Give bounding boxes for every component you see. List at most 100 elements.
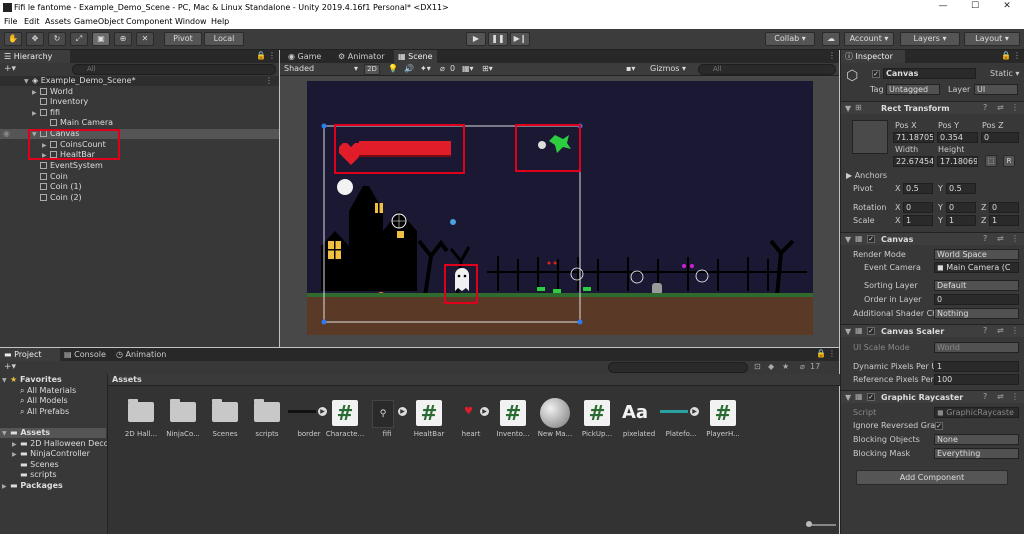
preset-icon[interactable]: ⇌ (997, 326, 1004, 335)
favorite-item[interactable]: ⌕ All Prefabs (0, 407, 106, 417)
raw-edit-button[interactable]: R (1003, 155, 1015, 167)
panel-menu-icon[interactable]: ⋮ (268, 51, 276, 60)
tab-hierarchy[interactable]: ☰ Hierarchy (0, 50, 70, 63)
collapse-icon[interactable]: ▼ (845, 235, 851, 244)
rect-tool-icon[interactable]: ▣ (92, 32, 110, 46)
layer-dropdown[interactable]: UI (974, 84, 1018, 95)
collapse-icon[interactable]: ▼ (845, 393, 851, 402)
event-camera-field[interactable]: ◼ Main Camera (C (934, 262, 1019, 273)
collapse-icon[interactable]: ▶ (12, 450, 20, 460)
menu-edit[interactable]: Edit (24, 17, 40, 26)
component-menu-icon[interactable]: ⋮ (1011, 326, 1019, 335)
local-toggle[interactable]: Local (204, 32, 244, 46)
tab-console[interactable]: ▤ Console (60, 348, 110, 361)
layers-dropdown[interactable]: Layers ▾ (900, 32, 960, 46)
help-icon[interactable]: ? (983, 234, 987, 243)
shading-dropdown[interactable]: Shaded ▾ (284, 64, 360, 75)
canvas-component-header[interactable]: ▼ ▦ ✓ Canvas ? ⇌ ⋮ (841, 232, 1024, 245)
filter-label-icon[interactable]: ◆ (768, 362, 774, 371)
tab-scene[interactable]: ▦ Scene (394, 50, 437, 63)
pause-button[interactable]: ❚❚ (488, 32, 508, 46)
pivot-y-field[interactable]: 0.5 (946, 183, 976, 194)
menu-assets[interactable]: Assets (45, 17, 71, 26)
asset-folder[interactable]: ▶ ▬ 2D Halloween Decc (0, 439, 108, 449)
height-field[interactable]: 17.18069 (937, 156, 978, 167)
maximize-button[interactable]: ☐ (960, 1, 990, 15)
inspector-menu-icon[interactable]: ⋮ (1013, 51, 1021, 60)
menu-window[interactable]: Window (175, 17, 207, 26)
blocking-objects-dropdown[interactable]: None (934, 434, 1019, 445)
rotate-tool-icon[interactable]: ↻ (48, 32, 66, 46)
rotation-z-field[interactable]: 0 (989, 202, 1019, 213)
custom-tool-icon[interactable]: ✕ (136, 32, 154, 46)
expand-icon[interactable]: ▼ (24, 77, 32, 87)
blueprint-mode-icon[interactable]: ⬚ (985, 155, 997, 167)
expand-icon[interactable]: ▼ (2, 376, 10, 386)
tab-game[interactable]: ◉ Game (284, 50, 325, 63)
scene-viewport[interactable] (307, 81, 813, 335)
order-in-layer-field[interactable]: 0 (934, 294, 1019, 305)
width-field[interactable]: 22.67454 (893, 156, 934, 167)
cloud-icon[interactable]: ☁ (822, 32, 840, 46)
step-button[interactable]: ▶❙ (510, 32, 530, 46)
rotation-x-field[interactable]: 0 (903, 202, 933, 213)
favorite-item[interactable]: ⌕ All Materials (0, 386, 106, 396)
menu-gameobject[interactable]: GameObject (74, 17, 124, 26)
project-search[interactable] (608, 362, 748, 373)
scene-root[interactable]: ▼ ◈ Example_Demo_Scene* ⋮ (0, 76, 279, 86)
transform-tool-icon[interactable]: ⊕ (114, 32, 132, 46)
preset-icon[interactable]: ⇌ (997, 234, 1004, 243)
favorite-star-icon[interactable]: ★ (782, 362, 789, 371)
help-icon[interactable]: ? (983, 392, 987, 401)
collapse-icon[interactable]: ▼ (845, 327, 851, 336)
preset-icon[interactable]: ⇌ (997, 103, 1004, 112)
tab-inspector[interactable]: ⓘ Inspector (841, 50, 905, 63)
add-component-button[interactable]: Add Component (856, 470, 1008, 485)
component-menu-icon[interactable]: ⋮ (1011, 392, 1019, 401)
menu-help[interactable]: Help (211, 17, 229, 26)
asset-folder[interactable]: ▶ ▬ NinjaController (0, 449, 106, 459)
rotation-y-field[interactable]: 0 (946, 202, 976, 213)
project-create-icon[interactable]: +▾ (4, 362, 16, 372)
render-mode-dropdown[interactable]: World Space (934, 249, 1019, 260)
scale-x-field[interactable]: 1 (903, 215, 933, 226)
menu-file[interactable]: File (4, 17, 17, 26)
object-name-field[interactable]: Canvas (883, 68, 976, 79)
preset-icon[interactable]: ⇌ (997, 392, 1004, 401)
scale-tool-icon[interactable]: ⤢ (70, 32, 88, 46)
close-window-button[interactable]: ✕ (992, 1, 1022, 15)
favorite-item[interactable]: ⌕ All Models (0, 396, 106, 406)
breadcrumb[interactable]: Assets (112, 375, 142, 384)
anchors-foldout[interactable]: ▶ Anchors (846, 171, 887, 180)
hidden-assets-icon[interactable]: ⌀ (800, 362, 805, 371)
minimize-button[interactable]: — (928, 1, 958, 15)
tools-icon[interactable]: ⊞▾ (482, 64, 493, 73)
favorites-root[interactable]: ▼ ★ Favorites (0, 375, 106, 385)
pivot-toggle[interactable]: Pivot (164, 32, 202, 46)
scale-z-field[interactable]: 1 (989, 215, 1019, 226)
audio-icon[interactable]: 🔊 (404, 64, 414, 73)
graphic-raycaster-header[interactable]: ▼ ▦ ✓ Graphic Raycaster ? ⇌ ⋮ (841, 390, 1024, 403)
lock-icon[interactable]: 🔒 (256, 51, 266, 60)
assets-root[interactable]: ▼ ▬ Assets (0, 428, 106, 438)
hierarchy-item-fifi[interactable]: ▶ fifi (0, 108, 279, 118)
rect-transform-header[interactable]: ▼ ⊞ Rect Transform ? ⇌ ⋮ (841, 101, 1024, 114)
hierarchy-item-world[interactable]: ▶ World (0, 87, 279, 97)
component-menu-icon[interactable]: ⋮ (1011, 103, 1019, 112)
posz-field[interactable]: 0 (981, 132, 1019, 143)
2d-toggle[interactable]: 2D (364, 64, 380, 75)
hierarchy-item-main-camera[interactable]: Main Camera (0, 118, 279, 128)
hierarchy-search[interactable]: All (72, 64, 276, 75)
pivot-x-field[interactable]: 0.5 (903, 183, 933, 194)
collab-button[interactable]: Collab ▾ (765, 32, 815, 46)
tag-dropdown[interactable]: Untagged (886, 84, 940, 95)
posy-field[interactable]: 0.354 (937, 132, 978, 143)
hierarchy-item-inventory[interactable]: Inventory (0, 97, 279, 107)
hand-tool-icon[interactable]: ✋ (4, 32, 22, 46)
help-icon[interactable]: ? (983, 103, 987, 112)
component-enabled-checkbox[interactable]: ✓ (867, 393, 875, 401)
camera-icon[interactable]: ▪▾ (626, 64, 635, 73)
lighting-icon[interactable]: 💡 (388, 64, 398, 73)
filter-type-icon[interactable]: ⊡ (754, 362, 761, 371)
hierarchy-item-coin-1[interactable]: Coin (1) (0, 182, 279, 192)
